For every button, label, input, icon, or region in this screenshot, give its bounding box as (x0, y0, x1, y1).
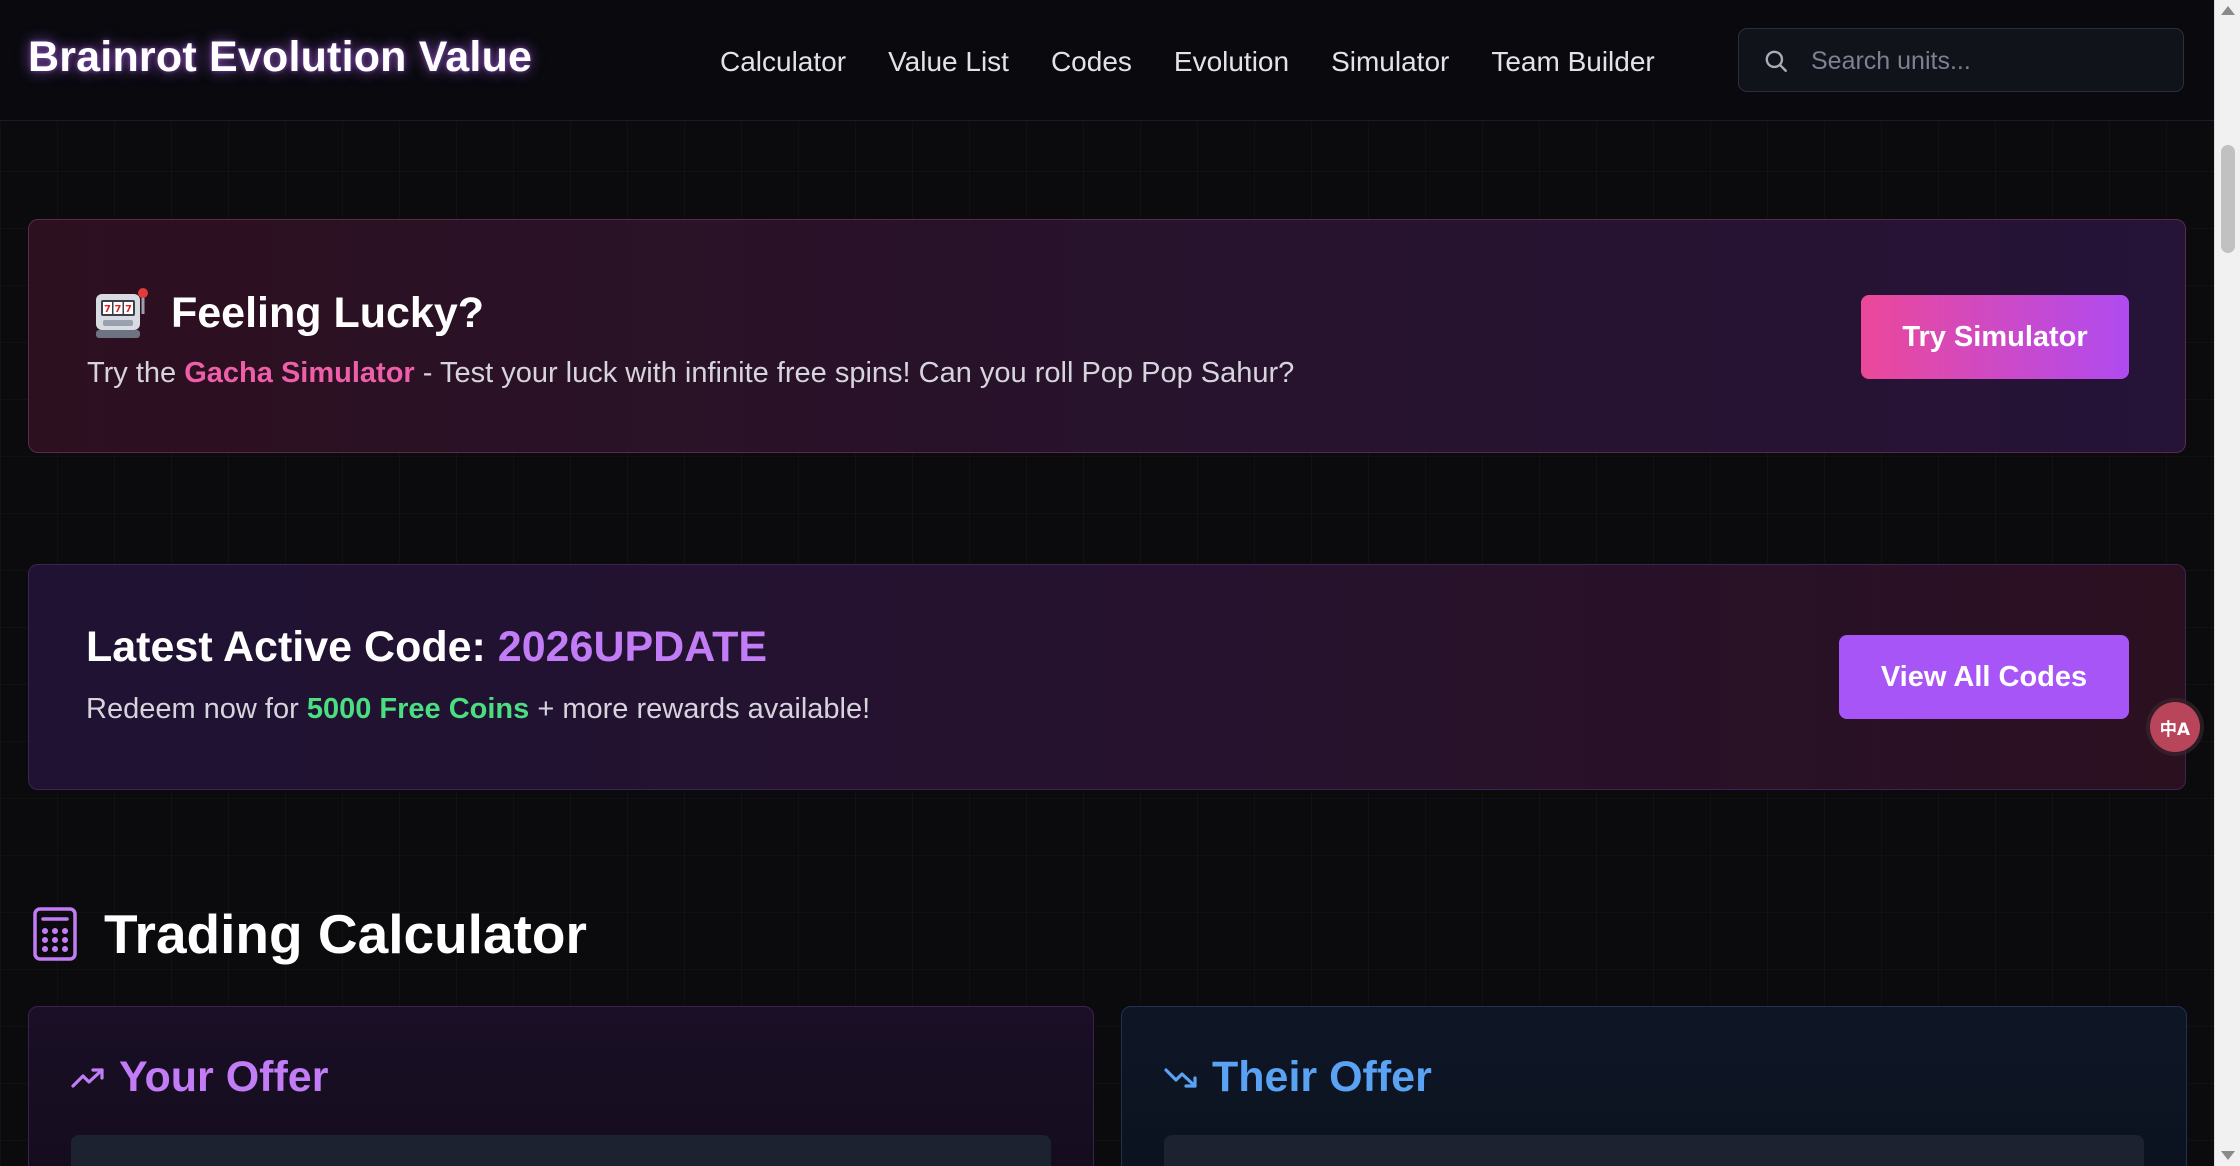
promo-desc-suffix: - Test your luck with infinite free spin… (414, 357, 1295, 389)
svg-text:7: 7 (104, 304, 111, 315)
promo-title-row: 7 7 7 Feeling Lucky? (93, 286, 484, 340)
svg-text:7: 7 (125, 304, 132, 315)
nav-calculator[interactable]: Calculator (720, 44, 846, 80)
view-all-codes-button[interactable]: View All Codes (1839, 635, 2129, 719)
nav-codes[interactable]: Codes (1051, 44, 1132, 80)
promo-description: Try the Gacha Simulator - Test your luck… (87, 357, 1294, 390)
their-offer-panel: Their Offer (1121, 1006, 2187, 1166)
code-desc-prefix: Redeem now for (86, 693, 307, 725)
try-simulator-button[interactable]: Try Simulator (1861, 295, 2129, 379)
search-icon (1765, 50, 1787, 72)
their-offer-title: Their Offer (1212, 1053, 1432, 1101)
free-coins-highlight: 5000 Free Coins (306, 693, 530, 725)
nav-evolution[interactable]: Evolution (1174, 44, 1289, 80)
translate-icon[interactable]: 中A (2150, 702, 2200, 752)
promo-desc-prefix: Try the (87, 357, 185, 389)
scroll-up-arrow-icon[interactable] (2221, 6, 2235, 15)
your-offer-panel: Your Offer (28, 1006, 1094, 1166)
their-offer-slot-area[interactable] (1164, 1135, 2144, 1166)
active-code-card: Latest Active Code: 2026UPDATE Redeem no… (28, 564, 2186, 790)
their-offer-header: Their Offer (1164, 1053, 1432, 1102)
search-input[interactable] (1809, 29, 2173, 93)
section-title: Trading Calculator (104, 903, 587, 965)
trending-down-icon (1164, 1067, 1197, 1088)
slot-machine-icon: 7 7 7 (93, 286, 149, 340)
nav-team-builder[interactable]: Team Builder (1491, 44, 1654, 80)
nav-value-list[interactable]: Value List (888, 44, 1009, 80)
top-header: Brainrot Evolution Value Calculator Valu… (0, 0, 2214, 121)
your-offer-slot-area[interactable] (71, 1135, 1051, 1166)
code-desc-suffix: + more rewards available! (529, 693, 871, 725)
gacha-simulator-link[interactable]: Gacha Simulator (184, 357, 414, 389)
promo-title: Feeling Lucky? (171, 288, 485, 337)
calculator-icon (33, 907, 77, 961)
trading-calculator-header: Trading Calculator (32, 902, 587, 966)
gacha-promo-card: 7 7 7 Feeling Lucky? Try the Gacha Simul… (28, 219, 2186, 453)
search-box[interactable] (1738, 28, 2184, 93)
active-code-description: Redeem now for 5000 Free Coins + more re… (86, 693, 870, 726)
your-offer-title: Your Offer (119, 1053, 329, 1101)
active-code-label: Latest Active Code: (86, 623, 498, 671)
main-nav: Calculator Value List Codes Evolution Si… (720, 44, 1697, 80)
nav-simulator[interactable]: Simulator (1331, 44, 1449, 80)
your-offer-header: Your Offer (71, 1053, 328, 1102)
active-code-value[interactable]: 2026UPDATE (498, 623, 767, 671)
trending-up-icon (71, 1067, 104, 1088)
svg-text:7: 7 (115, 304, 122, 315)
scrollbar-thumb[interactable] (2221, 145, 2235, 253)
site-logo-text[interactable]: Brainrot Evolution Value (28, 33, 532, 82)
page-scrollbar[interactable] (2214, 0, 2240, 1166)
active-code-title: Latest Active Code: 2026UPDATE (86, 623, 767, 672)
scroll-down-arrow-icon[interactable] (2221, 1151, 2235, 1160)
